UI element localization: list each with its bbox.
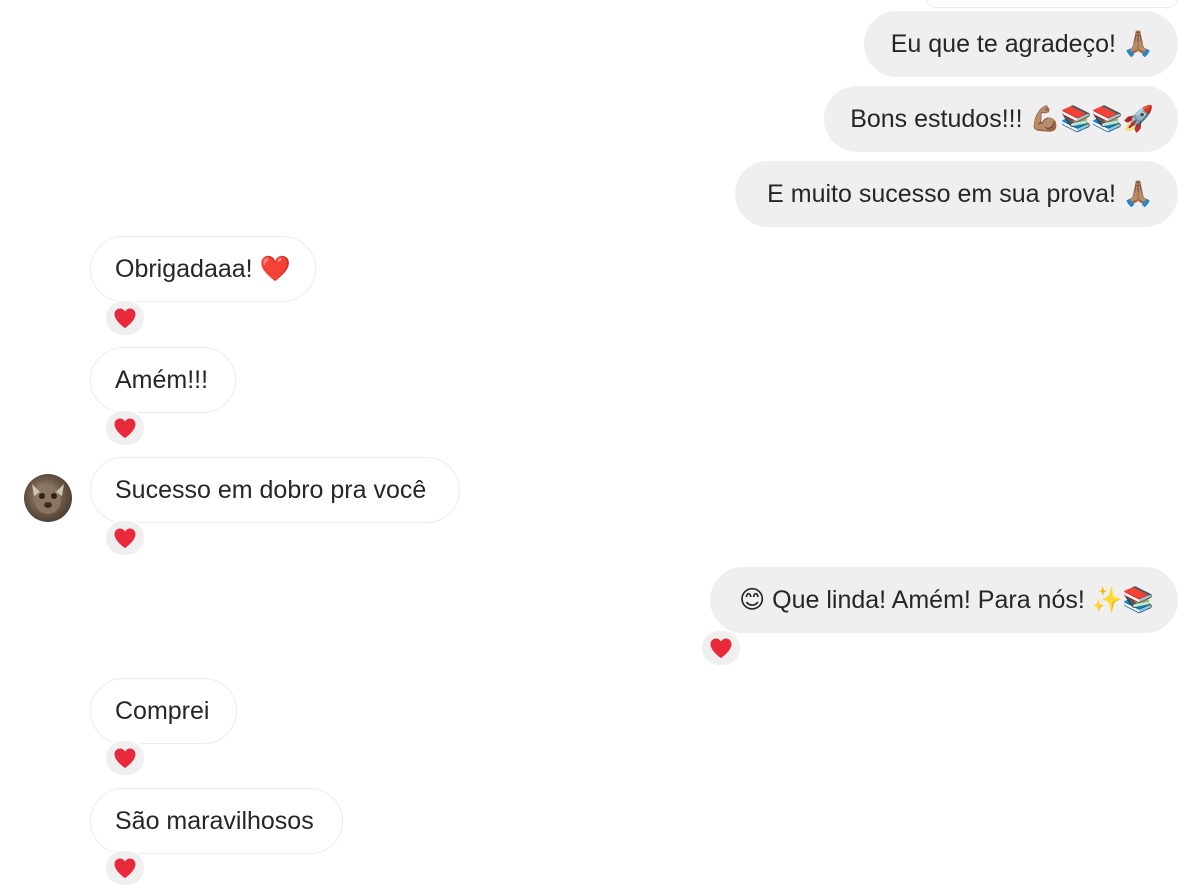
sent-message-bubble[interactable]: E muito sucesso em sua prova! 🙏🏽	[735, 161, 1178, 227]
heart-icon	[114, 748, 136, 768]
heart-reaction[interactable]	[700, 629, 742, 667]
heart-reaction[interactable]	[104, 409, 146, 447]
heart-reaction[interactable]	[104, 299, 146, 337]
previous-message-edge	[926, 0, 1178, 8]
heart-reaction[interactable]	[104, 849, 146, 887]
contact-avatar[interactable]	[24, 474, 72, 522]
heart-icon	[114, 528, 136, 548]
heart-icon	[114, 858, 136, 878]
message-text: Amém!!!	[115, 366, 209, 394]
heart-icon	[710, 638, 732, 658]
heart-reaction[interactable]	[104, 519, 146, 557]
sent-message-bubble[interactable]: 😊 Que linda! Amém! Para nós! ✨📚	[710, 567, 1178, 633]
sent-message-bubble[interactable]: Bons estudos!!! 💪🏽📚📚🚀	[824, 86, 1178, 152]
message-text: E muito sucesso em sua prova! 🙏🏽	[767, 180, 1154, 208]
heart-icon	[114, 308, 136, 328]
received-message-bubble[interactable]: Amém!!!	[90, 347, 236, 413]
sent-message-bubble[interactable]: Eu que te agradeço! 🙏🏽	[864, 11, 1178, 77]
message-text: Bons estudos!!! 💪🏽📚📚🚀	[850, 105, 1154, 133]
message-text: Comprei	[115, 697, 210, 725]
message-text: Eu que te agradeço! 🙏🏽	[890, 30, 1154, 58]
received-message-bubble[interactable]: Comprei	[90, 678, 237, 744]
message-text: São maravilhosos	[115, 807, 314, 835]
heart-icon	[114, 418, 136, 438]
received-message-bubble[interactable]: Sucesso em dobro pra você	[90, 457, 460, 523]
message-text: Sucesso em dobro pra você	[115, 476, 427, 504]
received-message-bubble[interactable]: São maravilhosos	[90, 788, 343, 854]
heart-reaction[interactable]	[104, 739, 146, 777]
received-message-bubble[interactable]: Obrigadaaa! ❤️	[90, 236, 316, 302]
message-text: 😊 Que linda! Amém! Para nós! ✨📚	[739, 586, 1154, 614]
message-text: Obrigadaaa! ❤️	[115, 255, 291, 283]
avatar-image	[32, 484, 64, 514]
